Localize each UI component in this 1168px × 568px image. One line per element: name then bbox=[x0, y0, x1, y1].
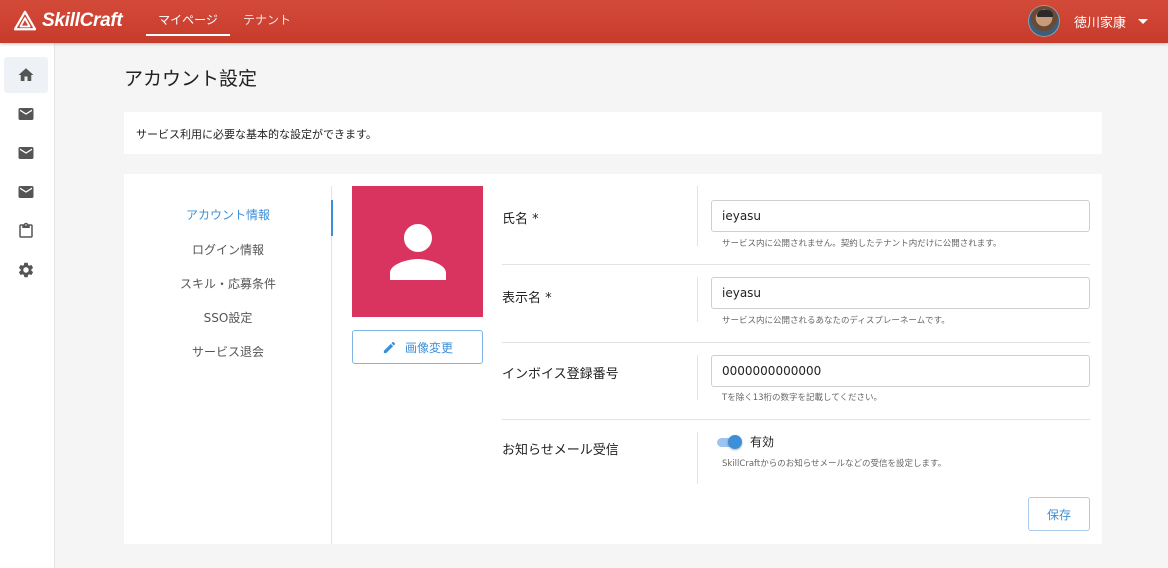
sidebar-item-home[interactable] bbox=[4, 57, 48, 93]
row-divider bbox=[697, 277, 698, 322]
notification-email-toggle-label: 有効 bbox=[750, 435, 775, 449]
notification-email-row: お知らせメール受信 有効 SkillCraftからのお知らせメールなどの受信を設… bbox=[502, 420, 1090, 490]
sidebar-item-settings[interactable] bbox=[4, 252, 48, 288]
gear-icon bbox=[18, 262, 34, 278]
skillcraft-logo-icon bbox=[14, 10, 36, 31]
toggle-knob bbox=[728, 435, 742, 449]
chevron-down-icon bbox=[1138, 18, 1148, 24]
account-settings-card: アカウント情報 ログイン情報 スキル・応募条件 SSO設定 サービス退会 画像変… bbox=[124, 174, 1102, 544]
settings-menu-item-account-info[interactable]: アカウント情報 bbox=[124, 200, 333, 236]
row-divider bbox=[697, 432, 698, 484]
settings-menu-item-sso[interactable]: SSO設定 bbox=[124, 303, 332, 333]
notification-email-label: お知らせメール受信 bbox=[502, 443, 619, 458]
home-icon bbox=[18, 68, 34, 81]
avatar bbox=[1027, 5, 1060, 37]
row-divider bbox=[697, 186, 698, 246]
invoice-number-label: インボイス登録番号 bbox=[502, 367, 619, 382]
invoice-number-input[interactable] bbox=[711, 355, 1090, 387]
logo-text: SkillCraft bbox=[42, 10, 123, 31]
change-image-label: 画像変更 bbox=[404, 340, 453, 355]
row-divider bbox=[697, 355, 698, 400]
user-name: 徳川家康 bbox=[1073, 15, 1126, 31]
display-name-input[interactable] bbox=[711, 277, 1090, 309]
user-menu[interactable]: 徳川家康 bbox=[1027, 4, 1148, 38]
notification-email-hint: SkillCraftからのお知らせメールなどの受信を設定します。 bbox=[722, 459, 947, 469]
save-button[interactable]: 保存 bbox=[1028, 497, 1090, 531]
full-name-input[interactable] bbox=[711, 200, 1090, 232]
tab-mypage[interactable]: マイページ bbox=[146, 0, 230, 43]
change-image-button[interactable]: 画像変更 bbox=[352, 330, 483, 364]
clipboard-icon bbox=[19, 222, 33, 238]
sidebar-item-clipboard[interactable] bbox=[4, 213, 48, 249]
settings-menu: アカウント情報 ログイン情報 スキル・応募条件 SSO設定 サービス退会 bbox=[124, 186, 333, 544]
display-name-row: 表示名 * サービス内に公開されるあなたのディスプレーネームです。 bbox=[502, 265, 1090, 343]
tab-tenant[interactable]: テナント bbox=[236, 0, 298, 43]
display-name-label: 表示名 * bbox=[502, 291, 552, 306]
full-name-hint: サービス内に公開されません。契約したテナント内だけに公開されます。 bbox=[722, 239, 1002, 249]
sidebar-item-mail-1[interactable] bbox=[4, 96, 48, 132]
full-name-label: 氏名 * bbox=[502, 212, 539, 227]
full-name-row: 氏名 * サービス内に公開されません。契約したテナント内だけに公開されます。 bbox=[502, 174, 1090, 265]
mail-icon bbox=[18, 108, 34, 120]
app-logo[interactable]: SkillCraft bbox=[14, 8, 123, 34]
sidebar bbox=[0, 43, 55, 568]
profile-image bbox=[352, 186, 483, 317]
display-name-hint: サービス内に公開されるあなたのディスプレーネームです。 bbox=[722, 316, 950, 326]
sidebar-item-mail-2[interactable] bbox=[4, 135, 48, 171]
top-header: SkillCraft マイページ テナント 徳川家康 bbox=[0, 0, 1168, 43]
person-icon bbox=[389, 223, 446, 280]
mail-icon bbox=[18, 147, 34, 159]
notification-email-toggle[interactable] bbox=[717, 435, 742, 449]
settings-menu-item-login-info[interactable]: ログイン情報 bbox=[124, 235, 332, 265]
page-title: アカウント設定 bbox=[124, 68, 258, 90]
settings-menu-item-withdraw[interactable]: サービス退会 bbox=[124, 337, 332, 367]
mail-icon bbox=[18, 186, 34, 198]
sidebar-item-mail-3[interactable] bbox=[4, 174, 48, 210]
page-description: サービス利用に必要な基本的な設定ができます。 bbox=[124, 112, 1102, 154]
invoice-number-row: インボイス登録番号 Tを除く13桁の数字を記載してください。 bbox=[502, 343, 1090, 420]
invoice-number-hint: Tを除く13桁の数字を記載してください。 bbox=[722, 393, 882, 403]
pencil-icon bbox=[383, 341, 396, 353]
settings-menu-item-skills[interactable]: スキル・応募条件 bbox=[124, 269, 332, 299]
